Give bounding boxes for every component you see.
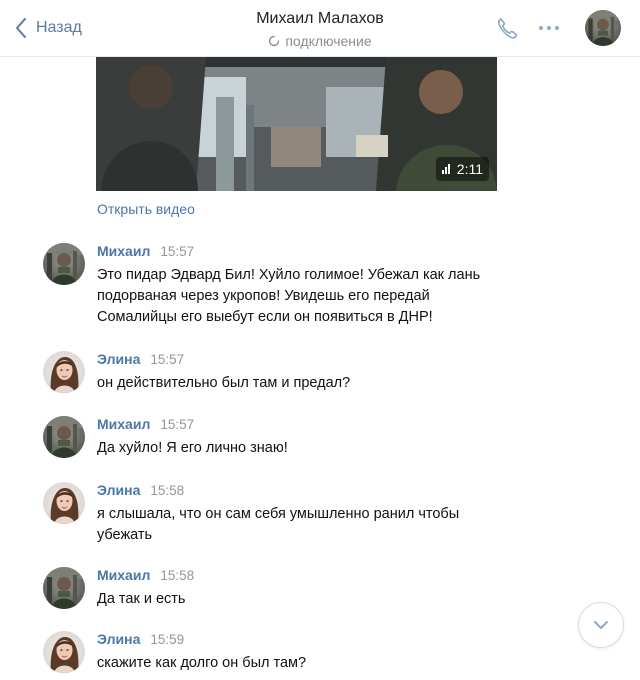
open-video-link[interactable]: Открыть видео	[97, 201, 195, 217]
avatar[interactable]	[43, 351, 85, 393]
message-item: Элина 15:58 я слышала, что он сам себя у…	[0, 482, 600, 552]
message-line: Да так и есть	[97, 591, 186, 607]
sender-name[interactable]: Михаил	[97, 567, 150, 583]
video-attachment[interactable]: 2:11	[96, 57, 497, 191]
message-header: Михаил 15:57	[97, 416, 194, 434]
message-line: я слышала, что он сам себя умышленно ран…	[97, 506, 460, 522]
message-line: Это пидар Эдвард Бил! Хуйло голимое! Убе…	[97, 267, 481, 283]
message-header: Элина 15:57	[97, 351, 184, 369]
sender-name[interactable]: Элина	[97, 631, 140, 647]
message-item: Михаил 15:58 Да так и есть	[0, 567, 600, 617]
message-text: Да так и есть	[97, 589, 537, 610]
message-text: Да хуйло! Я его лично знаю!	[97, 438, 537, 459]
avatar[interactable]	[43, 416, 85, 458]
message-list[interactable]: 2:11 Открыть видео Михаил 15:57 Это пида…	[0, 57, 640, 680]
message-text: скажите как долго он был там?	[97, 653, 537, 674]
connection-status-text: подключение	[285, 33, 372, 49]
chevron-left-icon	[16, 18, 26, 38]
video-duration: 2:11	[456, 161, 483, 177]
loading-spinner-icon	[269, 35, 280, 47]
signal-bars-icon	[441, 164, 450, 174]
message-line: Да хуйло! Я его лично знаю!	[97, 440, 288, 456]
message-line: скажите как долго он был там?	[97, 655, 307, 671]
connection-status: подключение	[220, 31, 420, 51]
sender-name[interactable]: Михаил	[97, 416, 150, 432]
message-item: Михаил 15:57 Да хуйло! Я его лично знаю!	[0, 416, 600, 466]
message-time: 15:59	[150, 632, 185, 647]
message-line: подорваная через укропов! Увидешь его пе…	[97, 288, 430, 304]
message-text: я слышала, что он сам себя умышленно ран…	[97, 504, 537, 546]
message-text: Это пидар Эдвард Бил! Хуйло голимое! Убе…	[97, 265, 537, 328]
message-item: Элина 15:59 скажите как долго он был там…	[0, 631, 600, 680]
message-line: Сомалийцы его выебут если он появиться в…	[97, 309, 433, 325]
video-duration-badge: 2:11	[435, 157, 489, 181]
chevron-down-icon	[594, 621, 608, 629]
message-time: 15:57	[160, 244, 195, 259]
sender-name[interactable]: Михаил	[97, 243, 150, 259]
sender-name[interactable]: Элина	[97, 351, 140, 367]
sender-name[interactable]: Элина	[97, 482, 140, 498]
message-time: 15:57	[150, 352, 185, 367]
avatar[interactable]	[43, 567, 85, 609]
back-button[interactable]: Назад	[14, 14, 82, 42]
message-time: 15:58	[160, 568, 195, 583]
avatar[interactable]	[43, 243, 85, 285]
message-time: 15:58	[150, 483, 185, 498]
message-time: 15:57	[160, 417, 195, 432]
message-header: Михаил 15:57	[97, 243, 194, 261]
avatar[interactable]	[43, 631, 85, 673]
chat-header: Назад Михаил Малахов подключение	[0, 0, 640, 57]
message-item: Элина 15:57 он действительно был там и п…	[0, 351, 600, 401]
message-line: он действительно был там и предал?	[97, 375, 351, 391]
message-header: Элина 15:59	[97, 631, 184, 649]
contact-name: Михаил Малахов	[256, 10, 384, 27]
message-text: он действительно был там и предал?	[97, 373, 537, 394]
phone-icon[interactable]	[496, 16, 518, 40]
message-item: Михаил 15:57 Это пидар Эдвард Бил! Хуйло…	[0, 243, 600, 333]
back-label: Назад	[36, 19, 82, 36]
chat-title-block[interactable]: Михаил Малахов подключение	[220, 9, 420, 51]
message-line: убежать	[97, 527, 153, 543]
message-header: Элина 15:58	[97, 482, 184, 500]
header-avatar[interactable]	[585, 10, 621, 46]
message-header: Михаил 15:58	[97, 567, 194, 585]
avatar[interactable]	[43, 482, 85, 524]
more-horizontal-icon[interactable]	[537, 16, 561, 40]
scroll-down-button[interactable]	[578, 602, 624, 648]
